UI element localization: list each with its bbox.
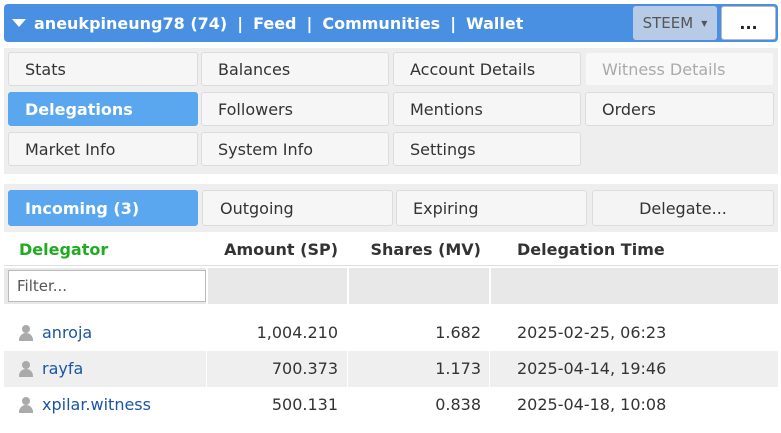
table-row: rayfa 700.373 1.173 2025-04-14, 19:46 bbox=[4, 351, 778, 387]
filter-cell bbox=[208, 268, 347, 304]
top-bar: aneukpineung78 (74) | Feed | Communities… bbox=[4, 4, 778, 42]
section-menu: Stats Balances Account Details Witness D… bbox=[4, 48, 778, 174]
column-divider bbox=[347, 351, 348, 387]
user-icon bbox=[18, 324, 34, 341]
user-icon bbox=[18, 360, 34, 377]
col-delegator[interactable]: Delegator bbox=[19, 240, 108, 259]
menu-balances[interactable]: Balances bbox=[201, 52, 389, 86]
menu-stats[interactable]: Stats bbox=[8, 52, 198, 86]
col-time[interactable]: Delegation Time bbox=[517, 240, 665, 259]
nav-wallet[interactable]: Wallet bbox=[466, 14, 523, 33]
nav-feed[interactable]: Feed bbox=[253, 14, 296, 33]
delegator-link[interactable]: anroja bbox=[42, 323, 92, 342]
nav-communities[interactable]: Communities bbox=[322, 14, 440, 33]
filter-row bbox=[4, 268, 778, 304]
amount-value: 700.373 bbox=[271, 359, 338, 378]
tab-incoming[interactable]: Incoming (3) bbox=[8, 190, 198, 226]
delegation-tabs: Incoming (3) Outgoing Expiring Delegate.… bbox=[4, 184, 778, 232]
top-nav: aneukpineung78 (74) | Feed | Communities… bbox=[34, 13, 524, 33]
table-header: Delegator Amount (SP) Shares (MV) Delega… bbox=[4, 232, 778, 266]
menu-orders[interactable]: Orders bbox=[585, 92, 774, 126]
table-row: xpilar.witness 500.131 0.838 2025-04-18,… bbox=[4, 387, 778, 423]
user-icon bbox=[18, 396, 34, 413]
table-row: anroja 1,004.210 1.682 2025-02-25, 06:23 bbox=[4, 315, 778, 351]
shares-value: 0.838 bbox=[435, 395, 481, 414]
menu-account-details[interactable]: Account Details bbox=[393, 52, 581, 86]
amount-value: 1,004.210 bbox=[256, 323, 338, 342]
token-select[interactable]: STEEM ▼ bbox=[633, 6, 717, 40]
delegator-cell: xpilar.witness bbox=[18, 395, 151, 414]
delegator-cell: anroja bbox=[18, 323, 92, 342]
delegation-time: 2025-04-18, 10:08 bbox=[517, 395, 667, 414]
more-button[interactable]: ... bbox=[721, 6, 776, 40]
account-link[interactable]: aneukpineung78 (74) bbox=[34, 14, 227, 33]
menu-witness-details: Witness Details bbox=[585, 52, 774, 86]
menu-mentions[interactable]: Mentions bbox=[393, 92, 581, 126]
shares-value: 1.173 bbox=[435, 359, 481, 378]
delegator-cell: rayfa bbox=[18, 359, 83, 378]
tab-outgoing[interactable]: Outgoing bbox=[202, 190, 393, 226]
tab-expiring[interactable]: Expiring bbox=[396, 190, 587, 226]
filter-input[interactable] bbox=[8, 270, 206, 302]
menu-delegations[interactable]: Delegations bbox=[8, 92, 198, 126]
col-amount[interactable]: Amount (SP) bbox=[224, 240, 338, 259]
menu-settings[interactable]: Settings bbox=[393, 132, 581, 166]
chevron-down-icon: ▼ bbox=[701, 18, 708, 28]
delegation-time: 2025-02-25, 06:23 bbox=[517, 323, 667, 342]
delegator-link[interactable]: xpilar.witness bbox=[42, 395, 151, 414]
delegator-link[interactable]: rayfa bbox=[42, 359, 83, 378]
caret-down-icon[interactable] bbox=[12, 19, 26, 27]
menu-market-info[interactable]: Market Info bbox=[8, 132, 198, 166]
filter-cell bbox=[349, 268, 489, 304]
column-divider bbox=[489, 351, 490, 387]
amount-value: 500.131 bbox=[271, 395, 338, 414]
token-select-label: STEEM bbox=[642, 14, 694, 32]
menu-system-info[interactable]: System Info bbox=[201, 132, 389, 166]
delegations-table: Delegator Amount (SP) Shares (MV) Delega… bbox=[4, 232, 778, 430]
delegate-button[interactable]: Delegate... bbox=[592, 190, 774, 226]
column-divider bbox=[206, 351, 207, 387]
delegation-time: 2025-04-14, 19:46 bbox=[517, 359, 667, 378]
menu-followers[interactable]: Followers bbox=[201, 92, 389, 126]
col-shares[interactable]: Shares (MV) bbox=[371, 240, 481, 259]
header-divider bbox=[4, 265, 778, 266]
filter-cell bbox=[491, 268, 778, 304]
shares-value: 1.682 bbox=[435, 323, 481, 342]
